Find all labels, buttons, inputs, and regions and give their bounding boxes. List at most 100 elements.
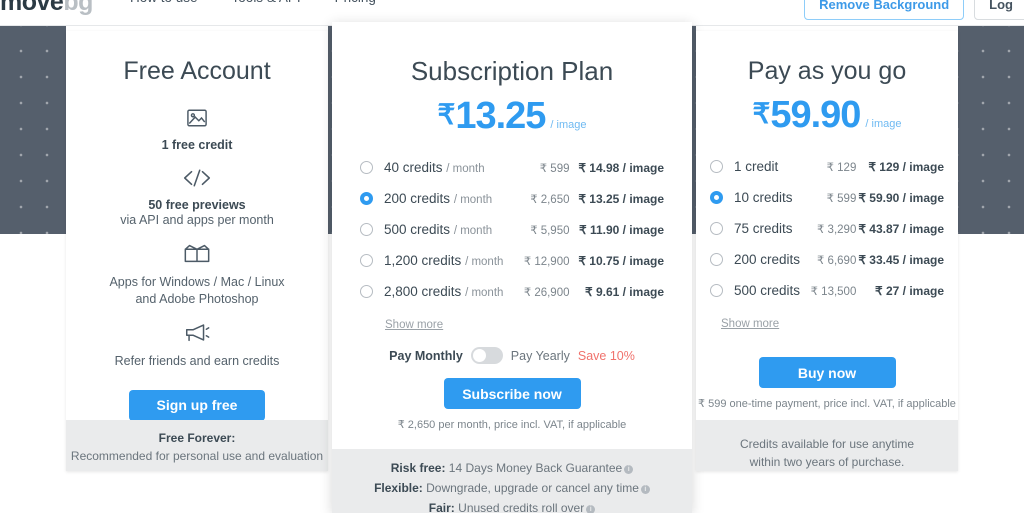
megaphone-icon xyxy=(66,322,328,348)
nav-link-pricing[interactable]: Pricing xyxy=(335,0,376,5)
radio-button[interactable] xyxy=(360,254,373,267)
paygo-option-row[interactable]: 500 credits ₹ 13,500 ₹ 27 / image xyxy=(710,275,944,306)
option-label: 500 credits xyxy=(734,283,801,298)
feature-free-previews-sub: via API and apps per month xyxy=(120,213,274,227)
pay-as-you-go-card: Pay as you go ₹59.90 / image 1 credit ₹ 1… xyxy=(696,31,958,471)
option-label: 200 credits / month xyxy=(384,191,515,206)
subscription-footer: Risk free: 14 Days Money Back Guarantee i… xyxy=(332,449,692,513)
free-footer-sub: Recommended for personal use and evaluat… xyxy=(70,449,324,463)
paygo-option-row[interactable]: 75 credits ₹ 3,290 ₹ 43.87 / image xyxy=(710,213,944,244)
paygo-option-row[interactable]: 1 credit ₹ 129 ₹ 129 / image xyxy=(710,151,944,182)
logo-text-primary: move xyxy=(0,0,64,16)
radio-button[interactable] xyxy=(710,191,723,204)
option-label: 40 credits / month xyxy=(384,160,515,175)
paygo-options: 1 credit ₹ 129 ₹ 129 / image 10 credits … xyxy=(696,151,958,332)
free-footer-title-text: Free Forever: xyxy=(158,431,236,445)
option-label-text: 2,800 credits xyxy=(384,284,462,299)
image-icon xyxy=(66,108,328,133)
option-label: 1,200 credits / month xyxy=(384,253,515,268)
feature-referral: Refer friends and earn credits xyxy=(66,322,328,370)
radio-button[interactable] xyxy=(710,284,723,297)
option-label: 75 credits xyxy=(734,221,793,236)
paygo-show-more-link[interactable]: Show more xyxy=(721,318,779,330)
option-unit: / month xyxy=(453,225,493,237)
radio-button[interactable] xyxy=(710,253,723,266)
nav-links: How to use Tools & API Pricing xyxy=(130,0,376,5)
radio-button[interactable] xyxy=(360,285,373,298)
radio-button[interactable] xyxy=(360,223,373,236)
radio-button[interactable] xyxy=(360,192,373,205)
paygo-footer-sub: Credits available for use anytime within… xyxy=(739,437,915,469)
info-icon[interactable]: i xyxy=(586,504,596,513)
option-label: 1 credit xyxy=(734,159,779,174)
login-button[interactable]: Log xyxy=(974,0,1024,20)
sign-up-free-button[interactable]: Sign up free xyxy=(129,389,265,421)
option-label: 10 credits xyxy=(734,190,793,205)
paygo-price-currency: ₹ xyxy=(752,98,771,129)
subscribe-now-button[interactable]: Subscribe now xyxy=(443,378,581,409)
box-icon xyxy=(66,243,328,269)
subscription-option-row[interactable]: 500 credits / month ₹ 5,950 ₹ 11.90 / im… xyxy=(360,214,664,245)
footer-line-label: Fair: xyxy=(428,500,455,513)
subscription-option-row[interactable]: 200 credits / month ₹ 2,650 ₹ 13.25 / im… xyxy=(360,183,664,214)
billing-period-switch[interactable] xyxy=(470,347,503,364)
code-brackets-icon xyxy=(66,168,328,193)
subscription-plan-card: Best Value Subscription Plan ₹13.25/ ima… xyxy=(332,22,692,513)
footer-line-label: Risk free: xyxy=(390,461,446,475)
option-label: 200 credits xyxy=(734,252,801,267)
radio-button[interactable] xyxy=(360,161,373,174)
option-per-image: ₹ 9.61 / image xyxy=(584,284,664,299)
toggle-label-yearly: Pay Yearly xyxy=(510,348,570,363)
option-per-image: ₹ 43.87 / image xyxy=(858,221,944,236)
paygo-option-row[interactable]: 10 credits ₹ 599 ₹ 59.90 / image xyxy=(710,182,944,213)
pricing-page: movebg How to use Tools & API Pricing Re… xyxy=(0,0,1024,513)
option-label-text: 40 credits xyxy=(384,160,443,175)
option-per-image: ₹ 13.25 / image xyxy=(578,191,664,206)
free-account-footer: Free Forever: Recommended for personal u… xyxy=(66,420,328,471)
feature-referral-sub: Refer friends and earn credits xyxy=(114,353,280,368)
radio-button[interactable] xyxy=(710,222,723,235)
option-amount: ₹ 599 xyxy=(539,162,570,175)
subscription-options: 40 credits / month ₹ 599 ₹ 14.98 / image… xyxy=(332,152,692,333)
option-per-image: ₹ 11.90 / image xyxy=(578,222,664,237)
feature-free-credit: 1 free credit xyxy=(66,108,328,152)
remove-background-button[interactable]: Remove Background xyxy=(804,0,965,20)
subscription-show-more-link[interactable]: Show more xyxy=(385,319,443,331)
paygo-price: ₹59.90 / image xyxy=(696,94,958,137)
site-logo[interactable]: movebg xyxy=(0,0,93,17)
toggle-label-monthly: Pay Monthly xyxy=(389,348,463,363)
option-amount: ₹ 2,650 xyxy=(530,193,570,206)
subscription-price-value: 13.25 xyxy=(455,95,546,137)
option-label-text: 1,200 credits xyxy=(384,253,462,268)
option-per-image: ₹ 59.90 / image xyxy=(858,190,944,205)
feature-free-credit-title: 1 free credit xyxy=(161,138,233,152)
paygo-price-per: / image xyxy=(865,118,902,130)
subscription-price-currency: ₹ xyxy=(437,99,456,130)
feature-apps-sub: Apps for Windows / Mac / Linux and Adobe… xyxy=(109,274,285,306)
option-amount: ₹ 12,900 xyxy=(523,255,570,268)
subscription-option-row[interactable]: 1,200 credits / month ₹ 12,900 ₹ 10.75 /… xyxy=(360,245,664,276)
buy-now-button[interactable]: Buy now xyxy=(758,357,896,388)
option-amount: ₹ 5,950 xyxy=(530,224,570,237)
paygo-option-row[interactable]: 200 credits ₹ 6,690 ₹ 33.45 / image xyxy=(710,244,944,275)
nav-link-how-to-use[interactable]: How to use xyxy=(130,0,198,5)
footer-line-text: Downgrade, upgrade or cancel any time xyxy=(422,480,639,495)
footer-line-text: 14 Days Money Back Guarantee xyxy=(445,461,623,475)
option-per-image: ₹ 129 / image xyxy=(868,159,944,174)
footer-line-flexible: Flexible: Downgrade, upgrade or cancel a… xyxy=(332,479,692,499)
option-label: 2,800 credits / month xyxy=(384,284,515,299)
option-unit: / month xyxy=(465,256,504,268)
subscription-option-row[interactable]: 2,800 credits / month ₹ 26,900 ₹ 9.61 / … xyxy=(360,276,664,307)
subscription-option-row[interactable]: 40 credits / month ₹ 599 ₹ 14.98 / image xyxy=(360,152,664,183)
info-icon[interactable]: i xyxy=(640,484,650,494)
paygo-title: Pay as you go xyxy=(747,57,907,85)
free-footer-title: Free Forever: xyxy=(66,429,328,447)
option-amount: ₹ 129 xyxy=(826,161,857,174)
option-amount: ₹ 3,290 xyxy=(817,223,857,236)
nav-link-tools-api[interactable]: Tools & API xyxy=(232,0,301,5)
info-icon[interactable]: i xyxy=(624,465,634,474)
option-per-image: ₹ 14.98 / image xyxy=(578,160,664,175)
option-per-image: ₹ 27 / image xyxy=(875,283,944,298)
footer-line-label: Flexible: xyxy=(374,480,423,495)
radio-button[interactable] xyxy=(710,160,723,173)
